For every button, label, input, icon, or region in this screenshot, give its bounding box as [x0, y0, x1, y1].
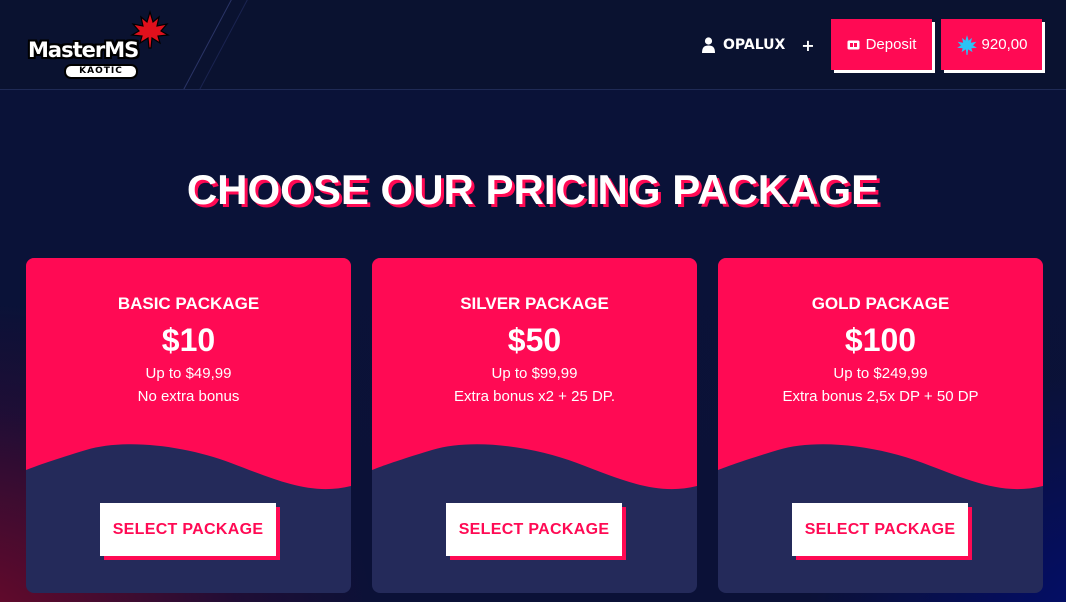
deposit-label: Deposit [865, 36, 917, 53]
package-name: BASIC PACKAGE [117, 294, 260, 313]
package-range: Up to $249,99 [833, 365, 928, 382]
package-range: Up to $99,99 [491, 365, 578, 382]
package-price: $50 [507, 322, 562, 358]
package-card-gold: GOLD PACKAGE $100 Up to $249,99 Extra bo… [718, 258, 1043, 593]
header-divider [179, 0, 237, 89]
select-package-button[interactable]: SELECT PACKAGE [792, 503, 968, 556]
package-card-basic: BASIC PACKAGE $10 Up to $49,99 No extra … [26, 258, 351, 593]
package-bonus: Extra bonus 2,5x DP + 50 DP [782, 388, 979, 405]
logo[interactable]: MasterMS KAOTIC [26, 10, 170, 82]
package-name: GOLD PACKAGE [811, 294, 950, 313]
user-icon [702, 37, 715, 53]
package-bonus: No extra bonus [137, 388, 240, 405]
package-card-silver: SILVER PACKAGE $50 Up to $99,99 Extra bo… [372, 258, 697, 593]
select-package-button[interactable]: SELECT PACKAGE [100, 503, 276, 556]
select-package-button[interactable]: SELECT PACKAGE [446, 503, 622, 556]
package-bonus: Extra bonus x2 + 25 DP. [453, 388, 616, 405]
page-title: CHOOSE OUR PRICING PACKAGE [186, 166, 880, 213]
logo-text: MasterMS [28, 38, 139, 62]
site-header: MasterMS KAOTIC OPALUX + Deposit 920,00 [0, 0, 1066, 90]
balance-amount: 920,00 [981, 36, 1028, 53]
package-price: $100 [844, 322, 917, 358]
plus-icon[interactable]: + [801, 36, 814, 55]
user-menu[interactable]: OPALUX + [702, 34, 815, 56]
package-name: SILVER PACKAGE [460, 294, 609, 313]
logo-subtext: KAOTIC [64, 64, 138, 79]
ticket-icon [847, 40, 860, 49]
maple-leaf-icon [956, 34, 977, 55]
username: OPALUX [723, 37, 786, 53]
deposit-button[interactable]: Deposit [831, 19, 932, 70]
package-range: Up to $49,99 [145, 365, 232, 382]
balance-button[interactable]: 920,00 [941, 19, 1042, 70]
package-price: $10 [161, 322, 216, 358]
